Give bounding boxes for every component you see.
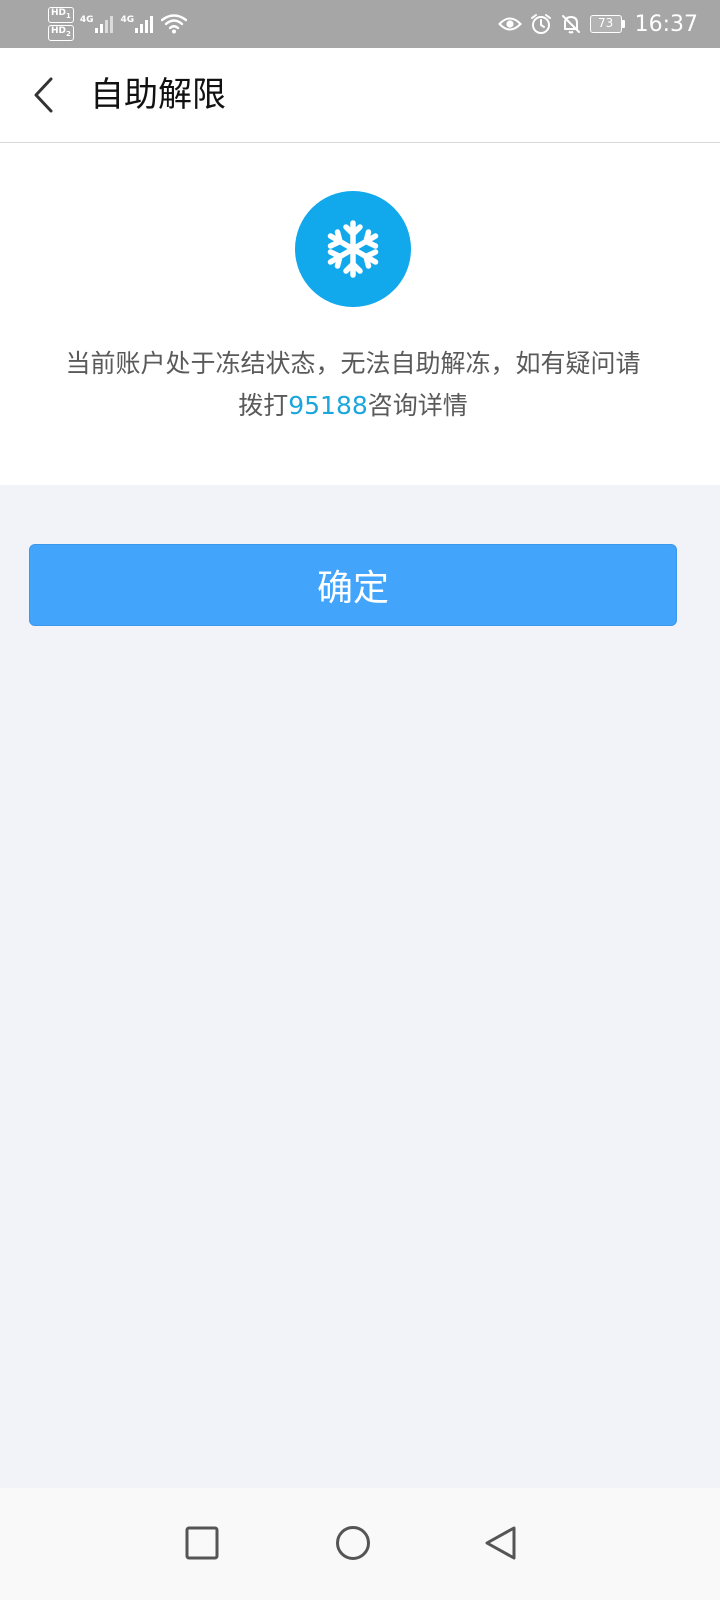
- home-circle-icon: [336, 1526, 370, 1560]
- chevron-left-icon: [34, 77, 53, 113]
- nav-back-button[interactable]: [466, 1508, 536, 1578]
- network-type-1: 4G: [79, 15, 94, 25]
- snowflake-icon: [327, 220, 379, 278]
- signal-2-icon: 4G: [121, 15, 154, 33]
- signal-1-icon: 4G: [80, 15, 113, 33]
- freeze-status-badge: [295, 191, 411, 307]
- battery-icon: 73: [589, 15, 625, 33]
- status-time: 16:37: [634, 11, 698, 37]
- frozen-notice-card: 当前账户处于冻结状态，无法自助解冻，如有疑问请拨打95188咨询详情: [0, 143, 720, 485]
- frozen-message-suffix: 咨询详情: [367, 391, 468, 420]
- network-type-2: 4G: [120, 15, 135, 25]
- status-bar-right: 73 16:37: [497, 0, 698, 48]
- alarm-icon: [530, 13, 552, 35]
- recents-button[interactable]: [167, 1508, 237, 1578]
- home-button[interactable]: [318, 1508, 388, 1578]
- status-bar-left: HD1 HD2 4G 4G: [48, 6, 188, 42]
- confirm-button[interactable]: 确定: [29, 544, 677, 626]
- page-title: 自助解限: [90, 75, 226, 115]
- hd-badge-2: HD2: [48, 25, 74, 41]
- eye-icon: [497, 15, 522, 33]
- system-nav-bar: [0, 1488, 720, 1600]
- back-triangle-icon: [485, 1526, 516, 1560]
- hotline-number-link[interactable]: 95188: [288, 391, 368, 420]
- hd-indicators: HD1 HD2: [48, 7, 74, 41]
- wifi-icon: [161, 14, 188, 34]
- hd-badge-1: HD1: [48, 7, 74, 23]
- back-button[interactable]: [22, 70, 66, 120]
- header: 自助解限: [0, 48, 720, 143]
- mute-icon: [560, 13, 582, 35]
- frozen-message: 当前账户处于冻结状态，无法自助解冻，如有疑问请拨打95188咨询详情: [60, 343, 646, 427]
- battery-level: 73: [589, 15, 622, 33]
- status-bar: HD1 HD2 4G 4G 73 16:37: [0, 0, 720, 48]
- recents-square-icon: [185, 1526, 219, 1560]
